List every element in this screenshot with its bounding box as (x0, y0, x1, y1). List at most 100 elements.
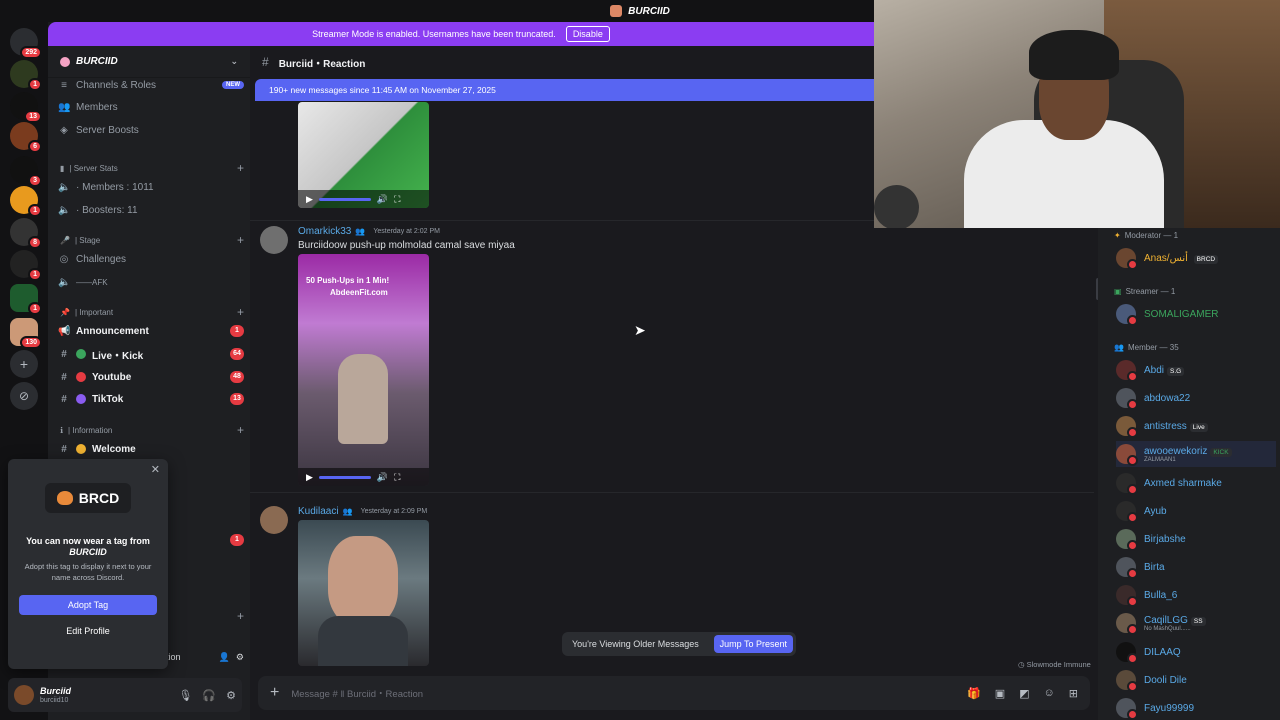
member-item[interactable]: awooewekoriz KICK ZALMAAN1 (1116, 441, 1276, 467)
jump-to-present-button[interactable]: Jump To Present (713, 635, 793, 653)
adopt-tag-button[interactable]: Adopt Tag (19, 595, 157, 615)
author-name[interactable]: Omarkick33 (298, 226, 351, 237)
server-icon-4[interactable]: 3 (10, 156, 42, 187)
avatar[interactable] (260, 506, 288, 534)
server-icon-6[interactable]: 8 (10, 218, 42, 249)
voice-label: · Boosters: 11 (76, 204, 138, 216)
settings-icon[interactable]: ⚙ (226, 689, 236, 702)
gif-icon[interactable]: ▣ (995, 687, 1005, 700)
message-input[interactable]: Message # ‖ Burciid・Reaction (291, 686, 423, 700)
volume-icon[interactable]: 🔊 (377, 194, 388, 205)
server-icon-2[interactable]: 13 (10, 92, 42, 123)
fullscreen-icon[interactable]: ⛶ (394, 472, 400, 483)
member-item[interactable]: Axmed sharmake (1116, 471, 1276, 495)
member-item[interactable]: Anas/أنس BRCD (1116, 246, 1276, 270)
member-name: Abdi S.G (1144, 365, 1185, 376)
close-icon[interactable]: ✕ (151, 463, 160, 476)
stage-challenges[interactable]: ◎ Challenges (58, 249, 244, 269)
member-item[interactable]: CaqilLGG SS No MashQuul...... (1116, 610, 1276, 636)
member-item[interactable]: Ayub (1116, 499, 1276, 523)
volume-icon[interactable]: 🔊 (377, 472, 388, 483)
member-name: Dooli Dile (1144, 674, 1187, 686)
server-icon-burciid[interactable]: 130 (10, 318, 42, 349)
server-icon-1[interactable]: 1 (10, 60, 42, 91)
avatar[interactable] (260, 226, 288, 254)
microphone-icon[interactable]: 🎙 (178, 689, 192, 702)
add-channel-icon[interactable]: + (237, 233, 244, 247)
member-item[interactable]: antistress Live (1116, 414, 1276, 438)
add-server-icon[interactable]: + (10, 350, 38, 378)
category-information[interactable]: ℹ | Information + (60, 423, 244, 437)
member-item[interactable]: Birjabshe (1116, 527, 1276, 551)
home-button[interactable]: 292 (10, 28, 42, 59)
invite-icon[interactable]: 👤 (219, 652, 230, 663)
emoji-icon[interactable]: ☺ (1044, 687, 1055, 700)
author-name[interactable]: Kudilaaci (298, 506, 339, 517)
add-channel-icon[interactable]: + (237, 161, 244, 175)
info-icon: ℹ (60, 425, 64, 435)
channel-live-kick[interactable]: # Live・Kick 64 (58, 344, 244, 364)
streamer-mode-banner: Streamer Mode is enabled. Usernames have… (48, 22, 874, 46)
add-channel-icon[interactable]: + (237, 423, 244, 437)
category-server-stats[interactable]: ▮ | Server Stats + (60, 161, 244, 175)
voice-afk[interactable]: 🔈 ——AFK (58, 272, 244, 292)
channel-partial[interactable]: tion 👤 ⚙ (166, 647, 244, 667)
members-item[interactable]: 👥 Members (58, 97, 244, 117)
member-item[interactable]: SOMALIGAMER (1116, 302, 1276, 326)
member-item[interactable]: Birta (1116, 555, 1276, 579)
apps-icon[interactable]: ⊞ (1069, 687, 1078, 700)
avatar (1116, 416, 1138, 438)
stage-icon: 🎤 (60, 235, 70, 245)
video-progress[interactable] (318, 197, 371, 201)
server-boosts-item[interactable]: ◈ Server Boosts (58, 120, 244, 140)
member-tag: S.G (1167, 366, 1185, 376)
server-icon-5[interactable]: 1 (10, 186, 42, 217)
play-icon[interactable]: ▶ (306, 194, 313, 205)
gift-icon[interactable]: 🎁 (967, 687, 981, 700)
sticker-icon[interactable]: ◩ (1019, 687, 1029, 700)
channel-announcement[interactable]: 📢 Announcement 1 (58, 321, 244, 341)
play-icon[interactable]: ▶ (306, 472, 313, 483)
new-messages-bar[interactable]: 190+ new messages since 11:45 AM on Nove… (255, 79, 874, 101)
add-channel-icon[interactable]: + (237, 305, 244, 319)
category-important[interactable]: 📌 | Important + (60, 305, 244, 319)
mention-badge: 13 (230, 393, 244, 405)
headphones-icon[interactable]: 🎧 (202, 689, 216, 702)
category-stage[interactable]: 🎤 | Stage + (60, 233, 244, 247)
member-item[interactable]: Abdi S.G (1116, 358, 1276, 382)
mention-badge: 1 (230, 534, 244, 546)
avatar[interactable] (14, 685, 34, 705)
member-item[interactable]: Bulla_6 (1116, 583, 1276, 607)
add-attachment-icon[interactable]: + (270, 684, 279, 702)
user-info[interactable]: Burciid burciid10 (40, 686, 71, 705)
member-item[interactable]: DILAAQ (1116, 640, 1276, 664)
voice-members-count[interactable]: 🔈 · Members : 1011 (58, 177, 244, 197)
avatar (1116, 642, 1138, 664)
discover-icon[interactable]: ⊘ (10, 382, 38, 410)
member-name: Fayu99999 (1144, 702, 1195, 714)
channel-tiktok[interactable]: # TikTok 13 (58, 389, 244, 409)
channel-youtube[interactable]: # Youtube 48 (58, 367, 244, 387)
gear-icon[interactable]: ⚙ (236, 652, 244, 663)
edit-profile-button[interactable]: Edit Profile (19, 621, 157, 641)
member-name: Axmed sharmake (1144, 477, 1222, 489)
fullscreen-icon[interactable]: ⛶ (394, 194, 400, 205)
disable-button[interactable]: Disable (565, 26, 610, 42)
server-icon-3[interactable]: 6 (10, 122, 42, 153)
member-item[interactable]: Fayu99999 (1116, 696, 1276, 720)
guild-header[interactable]: BURCIID ⌄ (48, 46, 250, 78)
channel-welcome[interactable]: # Welcome (58, 439, 244, 459)
video-attachment[interactable]: ▶ 🔊 ⛶ (298, 102, 429, 208)
wrench-icon: ✦ (1114, 231, 1121, 240)
voice-boosters[interactable]: 🔈 · Boosters: 11 (58, 200, 244, 220)
channels-roles-item[interactable]: ≡ Channels & Roles NEW (58, 75, 244, 95)
hash-icon: # (61, 348, 67, 360)
member-item[interactable]: Dooli Dile (1116, 668, 1276, 692)
video-attachment[interactable]: 50 Push-Ups in 1 Min! AbdeenFit.com ▶ 🔊 … (298, 254, 429, 486)
member-item[interactable]: abdowa22 (1116, 386, 1276, 410)
add-channel-icon[interactable]: + (237, 609, 244, 623)
video-attachment[interactable] (298, 520, 429, 666)
server-icon-7[interactable]: 1 (10, 250, 42, 281)
video-progress[interactable] (318, 475, 371, 479)
server-icon-kick[interactable]: 1 (10, 284, 42, 315)
